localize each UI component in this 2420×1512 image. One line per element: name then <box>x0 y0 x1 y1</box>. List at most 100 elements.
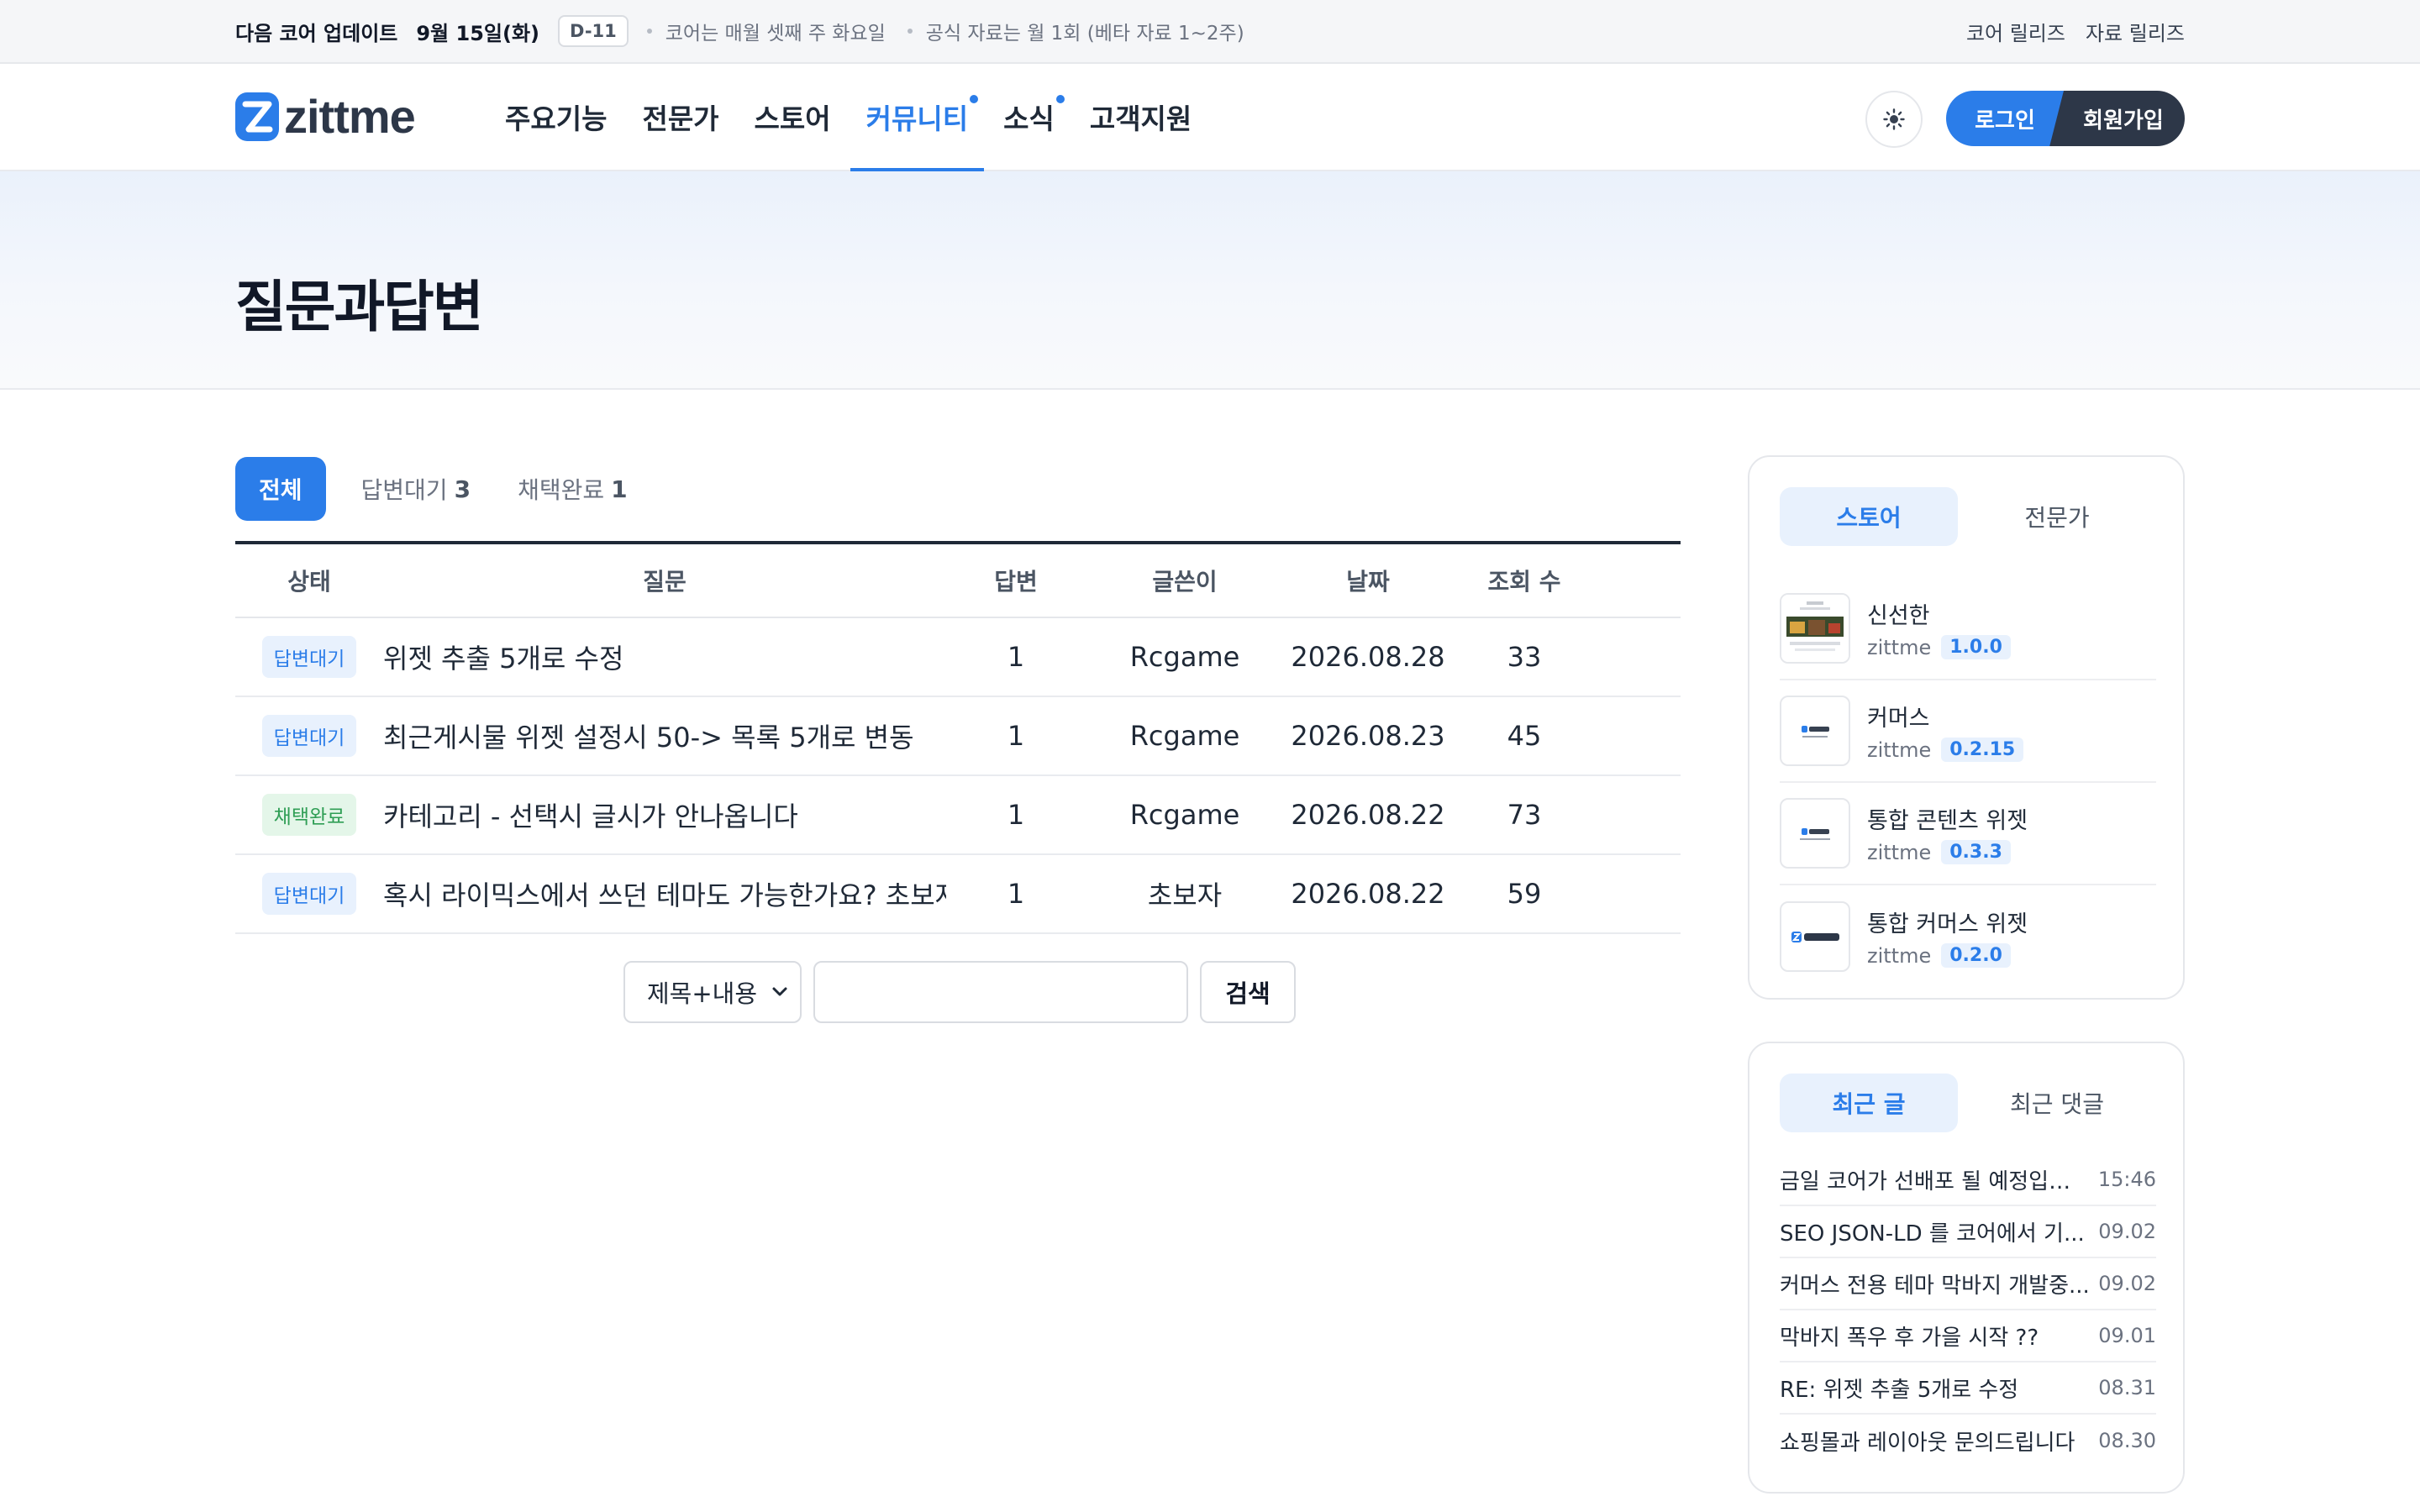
tab-all[interactable]: 전체 <box>235 457 326 521</box>
view-count: 73 <box>1507 799 1542 831</box>
zittme-commerce-thumbnail-icon <box>1802 726 1829 738</box>
nav-label: 소식 <box>1003 102 1055 135</box>
tab-awaiting-answer[interactable]: 답변대기 3 <box>338 457 495 521</box>
nav-store[interactable]: 스토어 <box>737 64 849 170</box>
table-row[interactable]: 채택완료 카테고리 - 선택시 글시가 안나옵니다 1 Rcgame 2026.… <box>235 776 1681 855</box>
zittme-logo-thumbnail-icon <box>1791 932 1839 942</box>
list-item[interactable]: 커머스 전용 테마 막바지 개발중... 09.02 <box>1780 1258 2156 1310</box>
recent-widget: 최근 글 최근 댓글 금일 코어가 선배포 될 예정입니다. 15:46 SEO … <box>1748 1042 2185 1494</box>
shop-theme-thumbnail-icon <box>1781 595 1849 662</box>
tab-count: 1 <box>611 475 628 503</box>
chevron-down-icon <box>772 987 787 996</box>
tab-recent-posts[interactable]: 최근 글 <box>1780 1074 1958 1132</box>
answer-count: 1 <box>1007 799 1025 831</box>
nav-news[interactable]: 소식 <box>986 64 1072 170</box>
store-item[interactable]: 커머스 zittme 0.2.15 <box>1780 680 2156 783</box>
table-row[interactable]: 답변대기 최근게시물 위젯 설정시 50-> 목록 5개로 변동 1 Rcgam… <box>235 697 1681 776</box>
nav-experts[interactable]: 전문가 <box>624 64 736 170</box>
author-name[interactable]: Rcgame <box>1086 641 1284 673</box>
post-date: 2026.08.28 <box>1291 641 1445 673</box>
status-badge: 답변대기 <box>261 636 357 678</box>
view-count: 59 <box>1507 878 1542 910</box>
store-item-name: 통합 커머스 위젯 <box>1867 911 2028 937</box>
search-button[interactable]: 검색 <box>1200 961 1296 1023</box>
table-row[interactable]: 답변대기 위젯 추출 5개로 수정 1 Rcgame 2026.08.28 33 <box>235 618 1681 697</box>
table-row[interactable]: 답변대기 혹시 라이믹스에서 쓰던 테마도 가능한가요? 초보자라 1 초보자 … <box>235 855 1681 934</box>
answer-count: 1 <box>1007 720 1025 752</box>
table-header: 상태 질문 답변 글쓴이 날짜 조회 수 <box>235 544 1681 618</box>
data-release-link[interactable]: 자료 릴리즈 <box>2086 17 2185 46</box>
site-logo[interactable]: zittme <box>235 90 416 143</box>
qna-table: 상태 질문 답변 글쓴이 날짜 조회 수 답변대기 위젯 추출 5개로 수정 1… <box>235 541 1681 934</box>
theme-toggle-button[interactable] <box>1865 91 1923 148</box>
signup-button[interactable]: 회원가입 <box>2045 91 2185 146</box>
store-item[interactable]: 통합 콘텐츠 위젯 zittme 0.3.3 <box>1780 783 2156 885</box>
nav-label: 전문가 <box>642 102 719 135</box>
bullet-dot <box>646 29 652 34</box>
list-item[interactable]: 금일 코어가 선배포 될 예정입니다. 15:46 <box>1780 1154 2156 1206</box>
store-item-name: 커머스 <box>1867 706 1930 732</box>
store-item-vendor: zittme <box>1867 943 1932 968</box>
question-title-link[interactable]: 최근게시물 위젯 설정시 50-> 목록 5개로 변동 <box>383 717 946 755</box>
author-name[interactable]: Rcgame <box>1086 799 1284 831</box>
nav-label: 커뮤니티 <box>865 102 969 135</box>
header-date: 날짜 <box>1346 568 1390 596</box>
next-update-date: 9월 15일(화) <box>416 21 539 45</box>
nav-support[interactable]: 고객지원 <box>1072 64 1209 170</box>
theme-thumbnail <box>1780 593 1850 664</box>
question-title-link[interactable]: 카테고리 - 선택시 글시가 안나옵니다 <box>383 795 946 834</box>
tab-label: 채택완료 <box>518 476 605 504</box>
version-badge: 0.2.15 <box>1941 738 2024 762</box>
store-item[interactable]: 신선한 zittme 1.0.0 <box>1780 578 2156 680</box>
site-header: zittme 주요기능 전문가 스토어 커뮤니티 소식 고객지원 회원가입 로그… <box>0 64 2420 171</box>
tab-accepted[interactable]: 채택완료 1 <box>494 457 651 521</box>
nav-community[interactable]: 커뮤니티 <box>849 64 986 171</box>
logo-wordmark: zittme <box>284 90 416 143</box>
view-count: 33 <box>1507 641 1542 673</box>
question-title-link[interactable]: 혹시 라이믹스에서 쓰던 테마도 가능한가요? 초보자라 <box>383 874 946 913</box>
nav-label: 스토어 <box>754 102 831 135</box>
zittme-content-widget-thumbnail-icon <box>1800 828 1830 840</box>
search-scope-select[interactable]: 제목+내용 <box>623 961 802 1023</box>
list-item[interactable]: 쇼핑몰과 레이아웃 문의드립니다 08.30 <box>1780 1415 2156 1467</box>
header-question: 질문 <box>643 568 687 596</box>
author-name[interactable]: Rcgame <box>1086 720 1284 752</box>
search-scope-value: 제목+내용 <box>647 979 758 1008</box>
theme-thumbnail <box>1780 901 1850 972</box>
header-status: 상태 <box>287 568 331 596</box>
store-item[interactable]: 통합 커머스 위젯 zittme 0.2.0 <box>1780 885 2156 988</box>
author-name[interactable]: 초보자 <box>1086 874 1284 913</box>
new-indicator-dot <box>970 95 979 103</box>
tab-recent-comments[interactable]: 최근 댓글 <box>1968 1074 2146 1132</box>
header-answers: 답변 <box>994 568 1038 596</box>
store-item-name: 신선한 <box>1867 603 1930 629</box>
auth-buttons: 회원가입 로그인 <box>1946 91 2185 146</box>
post-date: 2026.08.23 <box>1291 720 1445 752</box>
list-item[interactable]: RE: 위젯 추출 5개로 수정 08.31 <box>1780 1362 2156 1415</box>
bullet-dot <box>907 29 913 34</box>
tab-count: 3 <box>454 475 471 503</box>
question-title-link[interactable]: 위젯 추출 5개로 수정 <box>383 638 946 676</box>
core-release-link[interactable]: 코어 릴리즈 <box>1966 17 2065 46</box>
header-author: 글쓴이 <box>1152 568 1218 596</box>
recent-widget-tabs: 최근 글 최근 댓글 <box>1780 1074 2156 1132</box>
tab-label: 전체 <box>259 476 302 504</box>
list-item[interactable]: 막바지 폭우 후 가을 시작 ?? 09.01 <box>1780 1310 2156 1362</box>
login-button[interactable]: 로그인 <box>1946 91 2064 146</box>
answer-count: 1 <box>1007 641 1025 673</box>
recent-post-date: 08.31 <box>2098 1376 2156 1399</box>
tab-experts[interactable]: 전문가 <box>1968 487 2146 546</box>
store-widget: 스토어 전문가 신선한 zittme 1.0.0 커머스 zittme 0.2.… <box>1748 455 2185 1000</box>
release-schedule-note: 공식 자료는 월 1회 (베타 자료 1~2주) <box>925 23 1244 45</box>
tab-store[interactable]: 스토어 <box>1780 487 1958 546</box>
list-item[interactable]: SEO JSON-LD 를 코어에서 기... 09.02 <box>1780 1206 2156 1258</box>
nav-features[interactable]: 주요기능 <box>487 64 624 170</box>
recent-post-title: RE: 위젯 추출 5개로 수정 <box>1780 1377 2019 1403</box>
recent-post-date: 09.02 <box>2098 1272 2156 1295</box>
theme-thumbnail <box>1780 798 1850 869</box>
recent-post-title: SEO JSON-LD 를 코어에서 기... <box>1780 1221 2085 1247</box>
top-notice-bar: 다음 코어 업데이트 9월 15일(화) D-11 코어는 매월 셋째 주 화요… <box>0 0 2420 64</box>
sun-icon <box>1883 108 1905 130</box>
search-input[interactable] <box>813 961 1188 1023</box>
version-badge: 0.2.0 <box>1941 943 2011 968</box>
